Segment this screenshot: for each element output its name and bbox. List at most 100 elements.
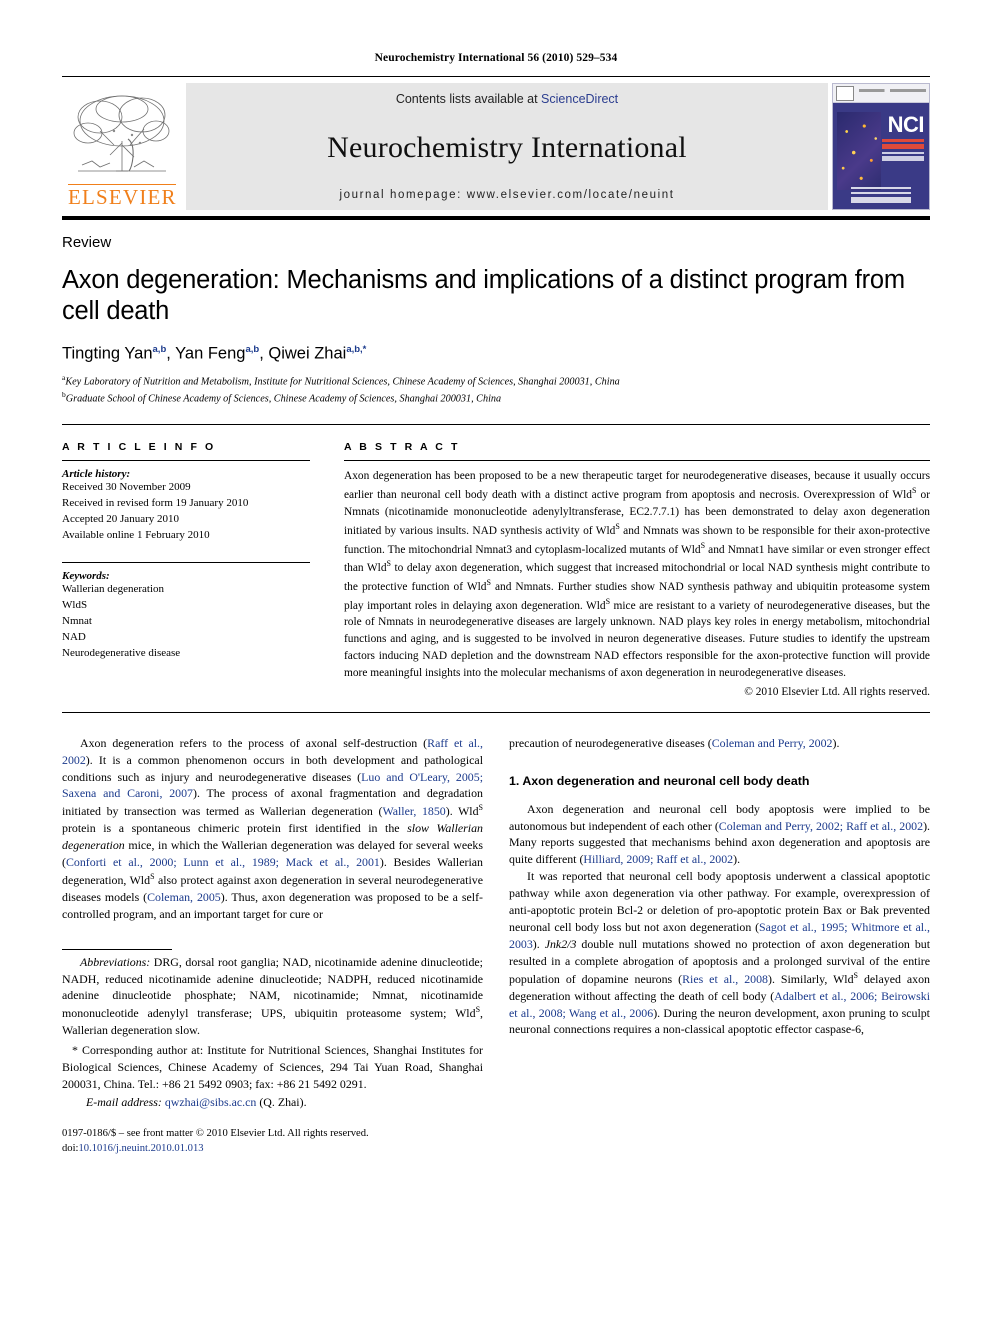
author-affil-mark: a,b [152,344,167,356]
email-footnote: E-mail address: qwzhai@sibs.ac.cn (Q. Zh… [62,1094,483,1111]
keyword-item: WldS [62,599,88,612]
author-name: Yan Feng [175,344,246,363]
section-heading-1: 1. Axon degeneration and neuronal cell b… [509,773,810,788]
cover-elsevier-mark-icon [836,86,854,101]
history-item: Available online 1 February 2010 [62,529,210,542]
affiliation-text: Key Laboratory of Nutrition and Metaboli… [65,376,620,388]
keyword-item: Neurodegenerative disease [62,646,181,659]
body-paragraph: Axon degeneration and neuronal cell body… [509,801,930,869]
running-head: Neurochemistry International 56 (2010) 5… [374,52,618,64]
info-abstract-region: A R T I C L E I N F O Article history: R… [62,441,930,698]
cover-acronym: NCI [887,112,925,137]
text-run: ). [832,735,840,750]
doi-label: doi: [62,1142,79,1154]
article-info-column: A R T I C L E I N F O Article history: R… [62,441,336,697]
body-paragraph: precaution of neurodegenerative diseases… [509,735,930,752]
article-type-label: Review [62,234,112,251]
email-label: E-mail address: [86,1094,162,1109]
history-item: Accepted 20 January 2010 [62,513,179,526]
cover-bottom-text-lines [851,187,911,203]
affiliation-text: Graduate School of Chinese Academy of Sc… [65,392,502,404]
body-left-column: Axon degeneration refers to the process … [62,735,483,1157]
abstract-copyright: © 2010 Elsevier Ltd. All rights reserved… [744,685,930,698]
citation-link[interactable]: Coleman and Perry, 2002 [712,736,833,750]
italic-gene-name: Jnk2/3 [544,936,577,951]
journal-cover-thumbnail: NCI [832,83,930,210]
text-run: ). [532,936,545,951]
issn-copyright-block: 0197-0186/$ – see front matter © 2010 El… [62,1127,483,1157]
issn-line: 0197-0186/$ – see front matter © 2010 El… [62,1127,369,1139]
affiliation-list: aKey Laboratory of Nutrition and Metabol… [62,373,930,407]
text-run: ). Wld [445,804,479,819]
masthead-bottom-rule [62,216,930,220]
header-divider [62,76,930,77]
keyword-item: Wallerian degeneration [62,583,165,596]
journal-homepage-link[interactable]: journal homepage: www.elsevier.com/locat… [339,189,674,201]
author-list: Tingting Yana,b, Yan Fenga,b, Qiwei Zhai… [62,344,930,364]
journal-title: Neurochemistry International [327,130,687,164]
abbreviations-label: Abbreviations: [80,954,151,969]
journal-article-page: Neurochemistry International 56 (2010) 5… [0,0,992,1323]
article-info-top-rule [62,424,930,426]
doi-link[interactable]: 10.1016/j.neuint.2010.01.013 [78,1143,203,1154]
citation-link[interactable]: Coleman and Perry, 2002; Raff et al., 20… [719,819,923,833]
cover-top-strip [833,84,929,103]
author-separator: , [259,344,269,363]
author-affil-mark: a,b,* [346,344,367,356]
elsevier-logo: ELSEVIER [62,83,182,210]
affiliation-item: bGraduate School of Chinese Academy of S… [62,390,930,407]
page-title: Axon degeneration: Mechanisms and implic… [62,266,905,326]
history-item: Received in revised form 19 January 2010 [62,497,249,510]
cover-subtitle-band-red [882,139,924,149]
text-run: ). Similarly, Wld [767,971,854,986]
citation-link[interactable]: Ries et al., 2008 [682,972,768,986]
sciencedirect-link[interactable]: ScienceDirect [541,92,618,106]
abstract-heading: A B S T R A C T [344,441,460,454]
body-paragraph: It was reported that neuronal cell body … [509,868,930,1038]
doi-line: doi:10.1016/j.neuint.2010.01.013 [62,1142,483,1157]
body-paragraph: Axon degeneration refers to the process … [62,735,483,923]
text-run: Axon degeneration refers to the process … [80,735,428,750]
email-suffix: (Q. Zhai). [256,1094,307,1109]
abstract-text: Axon degeneration has been proposed to b… [344,468,930,681]
text-run: precaution of neurodegenerative diseases… [509,735,712,750]
keyword-item: Nmnat [62,615,92,628]
author-separator: , [166,344,176,363]
citation-link[interactable]: Hilliard, 2009; Raff et al., 2002 [583,852,733,866]
affiliation-item: aKey Laboratory of Nutrition and Metabol… [62,373,930,390]
article-history-label: Article history: [62,468,131,481]
author-name: Tingting Yan [62,344,153,363]
keywords-block: Keywords: Wallerian degeneration WldS Nm… [62,562,310,662]
keywords-rule [62,562,310,564]
citation-link[interactable]: Coleman, 2005 [147,890,221,904]
contents-prefix: Contents lists available at [395,92,542,106]
article-history-list: Received 30 November 2009 Received in re… [62,480,310,544]
abstract-bottom-rule [62,711,930,713]
cover-top-text-lines [859,89,926,92]
elsevier-wordmark: ELSEVIER [68,184,177,209]
body-two-column-region: Axon degeneration refers to the process … [62,735,930,1157]
citation-link[interactable]: Conforti et al., 2000; Lunn et al., 1989… [66,855,380,869]
footnote-divider [62,948,172,950]
author-name: Qiwei Zhai [268,344,347,363]
journal-masthead: ELSEVIER Contents lists available at Sci… [62,83,930,210]
keyword-item: NAD [62,631,86,644]
email-link[interactable]: qwzhai@sibs.ac.cn [165,1095,257,1109]
text-run: ). [733,852,741,867]
abstract-rule [344,460,930,462]
abstract-column: A B S T R A C T Axon degeneration has be… [336,441,930,698]
keywords-list: Wallerian degeneration WldS Nmnat NAD Ne… [62,582,310,662]
citation-link[interactable]: Waller, 1850 [382,804,445,818]
elsevier-tree-icon [73,95,170,172]
author-affil-mark: a,b [245,344,260,356]
masthead-center-panel: Contents lists available at ScienceDirec… [186,83,828,210]
article-info-heading: A R T I C L E I N F O [62,441,216,454]
superscript-s: S [478,803,483,813]
corresponding-author-footnote: * Corresponding author at: Institute for… [62,1043,483,1091]
text-run: protein is a spontaneous chimeric protei… [62,821,408,836]
keywords-label: Keywords: [62,570,110,583]
abbreviations-footnote: Abbreviations: DRG, dorsal root ganglia;… [62,954,483,1040]
article-info-rule [62,460,310,462]
history-item: Received 30 November 2009 [62,481,191,494]
cover-neuron-image [837,112,881,190]
